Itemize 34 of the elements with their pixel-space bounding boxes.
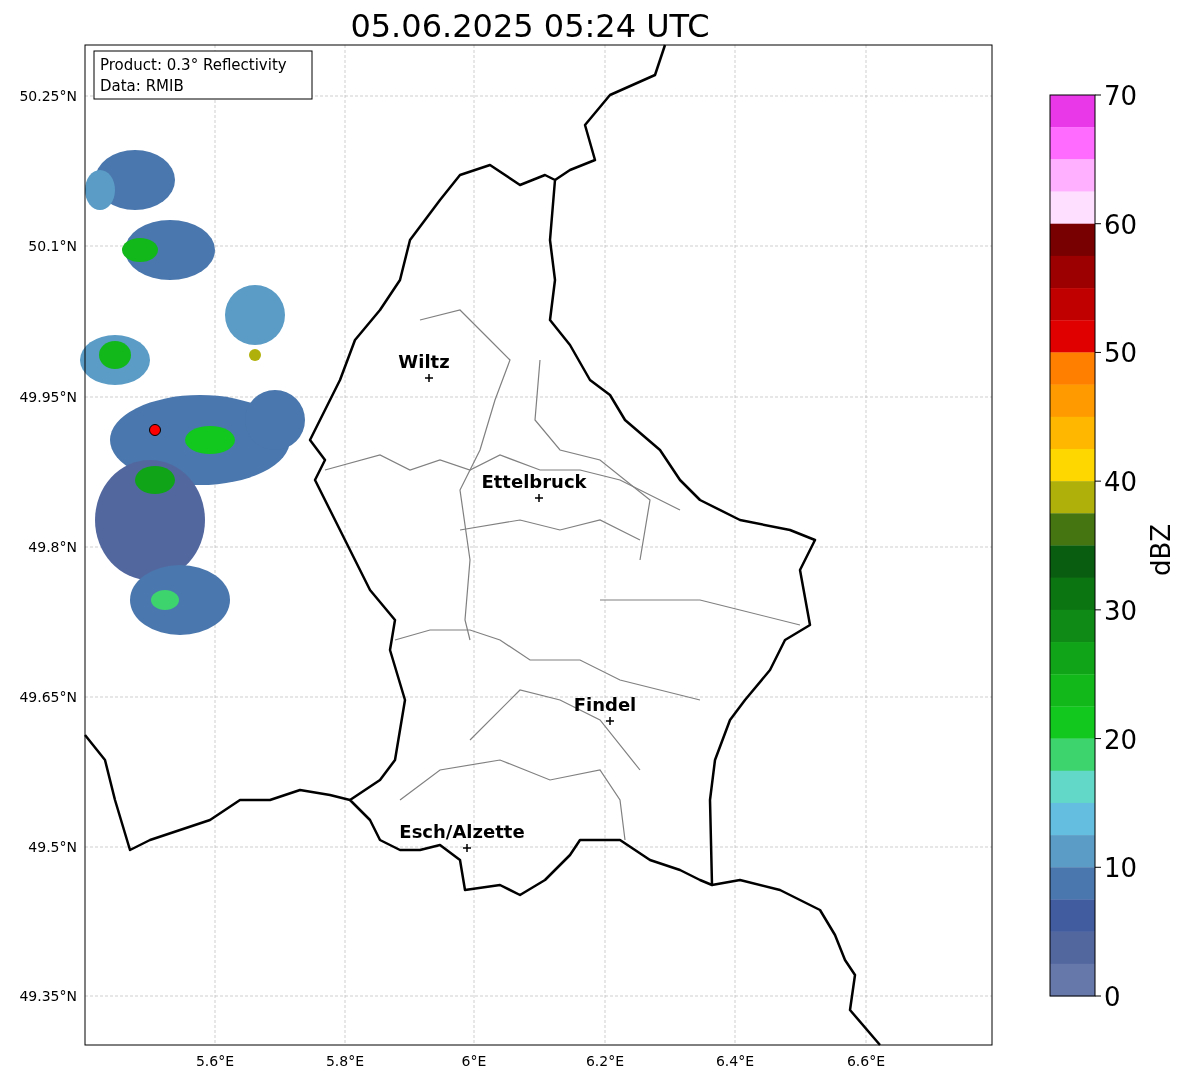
x-tick-label: 6.2°E [585, 1053, 625, 1069]
y-tick-label: 49.5°N [28, 839, 77, 855]
info-text: Data: RMIB [100, 77, 184, 95]
city-marker [605, 716, 615, 726]
city-label: Ettelbruck [481, 471, 587, 492]
colorbar-tick-label: 50 [1104, 338, 1138, 369]
radar-site-marker [149, 424, 161, 436]
x-tick-label: 5.6°E [195, 1053, 235, 1069]
colorbar-label: dBZ [1146, 523, 1176, 577]
colorbar-tick-label: 20 [1104, 724, 1138, 755]
city-label: Wiltz [398, 351, 450, 372]
x-tick-label: 6.4°E [715, 1053, 755, 1069]
y-tick-label: 49.95°N [19, 389, 77, 405]
x-tick-label: 6.6°E [846, 1053, 886, 1069]
city-marker [462, 843, 472, 853]
info-text: Product: 0.3° Reflectivity [100, 56, 287, 74]
colorbar-tick-label: 10 [1104, 853, 1138, 884]
y-tick-label: 49.35°N [19, 988, 77, 1004]
colorbar-tick-label: 70 [1104, 81, 1138, 111]
chart-title: 05.06.2025 05:24 UTC [350, 7, 710, 45]
city-label: Findel [573, 694, 637, 715]
city-marker [424, 373, 434, 383]
colorbar-tick-label: 40 [1104, 467, 1138, 498]
colorbar-tick-label: 60 [1104, 209, 1138, 240]
city-label: Esch/Alzette [399, 821, 525, 842]
y-tick-label: 50.1°N [28, 238, 77, 254]
x-tick-label: 6°E [461, 1053, 487, 1069]
city-marker [534, 493, 544, 503]
colorbar-tick-label: 30 [1104, 595, 1138, 626]
colorbar-tick-label: 0 [1104, 982, 1121, 1012]
y-tick-label: 49.65°N [19, 689, 77, 705]
x-tick-label: 5.8°E [325, 1053, 365, 1069]
y-tick-label: 50.25°N [19, 88, 77, 104]
y-tick-label: 49.8°N [28, 539, 77, 555]
